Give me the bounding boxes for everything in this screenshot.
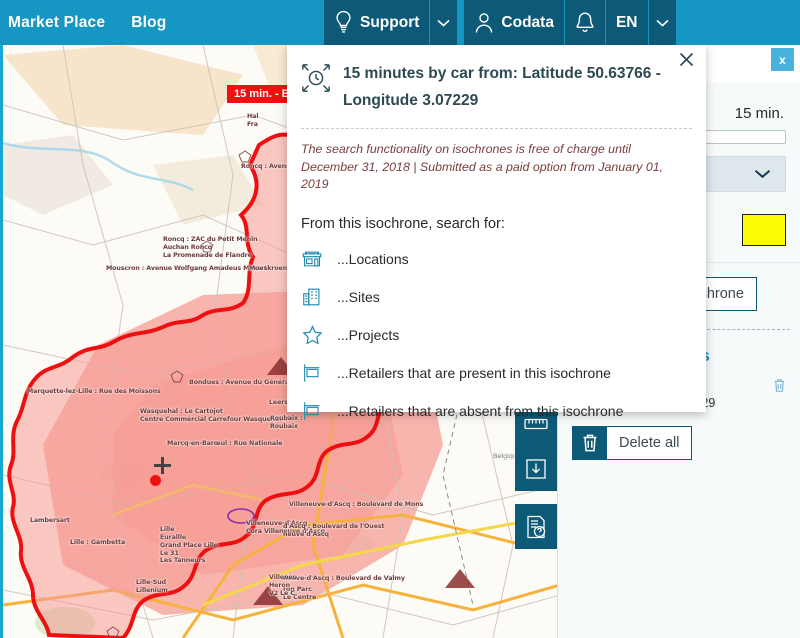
nav-right-group: Support Codata EN — [324, 0, 677, 45]
language-dropdown-toggle[interactable] — [648, 0, 677, 45]
export-download-button[interactable] — [515, 446, 557, 491]
trash-icon[interactable] — [773, 378, 786, 393]
map-place-label: Lille : Gambetta — [70, 539, 126, 546]
search-option-label: ...Projects — [337, 327, 400, 344]
top-navigation-bar: Market Place Blog Support Codata EN — [0, 0, 800, 45]
modal-search-options-list: ...Locations ...Sites ...Projects ...Ret… — [287, 236, 706, 430]
nav-link-market-place[interactable]: Market Place — [8, 14, 105, 32]
search-option-label: ...Sites — [337, 289, 380, 306]
map-place-label: Marcq-en-Barœul : Rue Nationale — [167, 440, 283, 447]
support-button[interactable]: Support — [324, 0, 431, 45]
nav-left-group: Market Place Blog — [0, 14, 166, 32]
sign-absent-icon — [301, 400, 337, 422]
modal-pricing-note: The search functionality on isochrones i… — [301, 142, 664, 192]
chevron-down-icon — [437, 19, 450, 27]
map-place-label: Marquette-lez-Lille : Rue des Moissons — [27, 388, 161, 395]
map-place-label: Villeneuve-d'Ascq : Boulevard de Mons — [289, 501, 424, 508]
modal-close-button[interactable] — [679, 52, 694, 67]
nav-link-blog[interactable]: Blog — [131, 14, 166, 32]
map-place-label: Moeskroen : — [249, 265, 292, 272]
star-icon — [301, 324, 337, 346]
search-option-label: ...Locations — [337, 251, 409, 268]
map-place-label: Lille-Sud Lillenium — [136, 579, 168, 594]
language-label: EN — [615, 13, 638, 31]
map-place-label: Mouscron : Avenue Wolfgang Amadeus Mozar… — [106, 265, 268, 272]
account-button[interactable]: Codata — [464, 0, 565, 45]
trash-icon — [573, 427, 607, 460]
user-icon — [474, 11, 494, 35]
map-place-label: Wasquehal : Le Cartojot Centre Commercia… — [140, 408, 282, 423]
map-place-label: Hal Fra — [247, 113, 259, 128]
bell-icon — [575, 11, 595, 35]
search-option-sites[interactable]: ...Sites — [301, 278, 692, 316]
notifications-button[interactable] — [564, 0, 606, 45]
isochrone-color-swatch[interactable] — [742, 214, 786, 246]
map-place-label: neuve-d'Ascq : Boulevard de Valmy — [283, 575, 405, 582]
modal-subtitle: From this isochrone, search for: — [301, 216, 505, 233]
support-dropdown-toggle[interactable] — [430, 0, 459, 45]
delete-all-label: Delete all — [619, 435, 680, 452]
search-option-projects[interactable]: ...Projects — [301, 316, 692, 354]
modal-header: 15 minutes by car from: Latitude 50.6376… — [287, 44, 706, 118]
search-option-label: ...Retailers that are absent from this i… — [337, 403, 624, 420]
chevron-down-icon — [754, 169, 771, 179]
sign-present-icon — [301, 362, 337, 384]
help-document-icon — [525, 515, 547, 539]
help-document-button[interactable] — [515, 504, 557, 549]
account-label: Codata — [501, 13, 554, 31]
building-icon — [301, 286, 337, 308]
chevron-down-icon — [655, 19, 669, 27]
map-place-label: Villeneu Heron V2 Le C — [269, 574, 297, 597]
close-icon — [679, 52, 694, 67]
modal-title: 15 minutes by car from: Latitude 50.6376… — [343, 65, 661, 110]
language-button[interactable]: EN — [605, 0, 649, 45]
support-label: Support — [360, 13, 420, 31]
search-option-retailers-absent[interactable]: ...Retailers that are absent from this i… — [301, 392, 692, 430]
map-place-label: Roncq : ZAC du Petit Menin Auchan Roncq … — [163, 236, 258, 259]
map-place-label: Bondues : Avenue du Général de — [189, 379, 302, 386]
isochrone-search-modal: 15 minutes by car from: Latitude 50.6376… — [287, 44, 706, 420]
isochrone-center-marker — [150, 475, 161, 486]
app-root: Market Place Blog Support Codata EN 15 m… — [0, 0, 800, 638]
panel-close-button[interactable]: x — [771, 48, 794, 71]
map-place-label: Lambersart — [30, 517, 70, 524]
map-crosshair-cursor — [154, 457, 171, 474]
map-place-label: d'Ascq : Boulevard de l'Ouest neuve d'As… — [283, 523, 385, 538]
search-option-locations[interactable]: ...Locations — [301, 240, 692, 278]
expand-clock-icon — [301, 60, 331, 114]
delete-all-button[interactable]: Delete all — [572, 426, 693, 461]
search-option-retailers-present[interactable]: ...Retailers that are present in this is… — [301, 354, 692, 392]
search-option-label: ...Retailers that are present in this is… — [337, 365, 611, 382]
map-place-label: Lille Eurallle Grand Place Lille Le 31 L… — [160, 526, 218, 565]
lightbulb-icon — [334, 10, 353, 35]
storefront-icon — [301, 248, 337, 270]
download-icon — [525, 458, 547, 480]
